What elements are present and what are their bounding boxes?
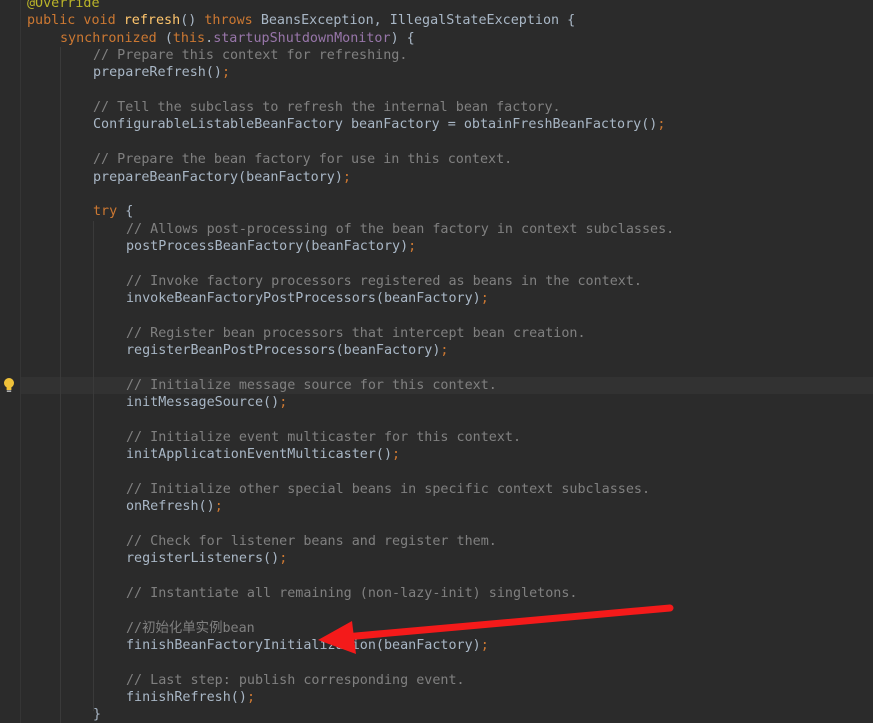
- code-token: finishRefresh(): [126, 690, 247, 705]
- code-line-24[interactable]: initMessageSource();: [126, 394, 287, 411]
- code-token: this: [172, 30, 206, 46]
- code-token: // Prepare the bean factory for use in t…: [93, 152, 513, 168]
- code-token: public void: [27, 13, 124, 29]
- code-token: .: [205, 30, 214, 46]
- code-line-5[interactable]: prepareRefresh();: [93, 64, 230, 81]
- code-token: ) {: [390, 30, 415, 46]
- code-line-26[interactable]: // Initialize event multicaster for this…: [126, 429, 521, 446]
- code-line-17[interactable]: // Invoke factory processors registered …: [126, 273, 642, 290]
- code-line-41[interactable]: finishRefresh();: [126, 689, 255, 706]
- code-token: // Check for listener beans and register…: [126, 533, 497, 549]
- editor-gutter[interactable]: [0, 0, 20, 723]
- code-token: registerBeanPostProcessors(beanFactory): [126, 343, 441, 358]
- code-token: try: [93, 204, 126, 220]
- code-token: ;: [408, 238, 417, 254]
- code-token: ;: [480, 290, 489, 306]
- code-token: refresh: [123, 13, 181, 29]
- code-token: (): [180, 13, 205, 29]
- code-line-10[interactable]: // Prepare the bean factory for use in t…: [93, 151, 512, 168]
- code-token: ;: [222, 65, 231, 81]
- code-line-1[interactable]: @Override: [27, 0, 100, 12]
- code-line-20[interactable]: // Register bean processors that interce…: [126, 325, 586, 342]
- code-token: //初始化单实例bean: [126, 620, 255, 636]
- code-token: ;: [279, 551, 288, 567]
- code-token: ;: [480, 637, 489, 653]
- code-line-30[interactable]: onRefresh();: [126, 498, 223, 515]
- code-token: ;: [392, 447, 401, 463]
- code-token: initMessageSource(): [126, 395, 280, 411]
- code-line-32[interactable]: // Check for listener beans and register…: [126, 533, 497, 550]
- code-token: invokeBeanFactoryPostProcessors(beanFact…: [126, 290, 481, 306]
- code-token: registerListeners(): [126, 551, 280, 567]
- code-token: {: [125, 204, 134, 220]
- code-line-27[interactable]: initApplicationEventMulticaster();: [126, 446, 400, 463]
- code-token: BeansException, IllegalStateException {: [260, 13, 576, 29]
- code-token: prepareRefresh(): [93, 65, 222, 81]
- code-token: // Register bean processors that interce…: [126, 325, 586, 341]
- code-token: onRefresh(): [126, 499, 215, 515]
- code-line-3[interactable]: synchronized (this.startupShutdownMonito…: [60, 30, 415, 47]
- code-token: startupShutdownMonitor: [213, 30, 391, 46]
- code-token: throws: [204, 13, 261, 29]
- code-line-14[interactable]: // Allows post-processing of the bean fa…: [126, 221, 674, 238]
- code-token: // Invoke factory processors registered …: [126, 273, 642, 289]
- code-line-33[interactable]: registerListeners();: [126, 550, 287, 567]
- code-line-42[interactable]: }: [93, 706, 101, 723]
- code-token: ConfigurableListableBeanFactory beanFact…: [93, 117, 658, 133]
- code-token: synchronized: [60, 30, 165, 46]
- code-token: ;: [246, 690, 255, 705]
- code-line-40[interactable]: // Last step: publish corresponding even…: [126, 672, 465, 689]
- code-line-23[interactable]: // Initialize message source for this co…: [126, 377, 497, 394]
- code-token: // Initialize other special beans in spe…: [126, 481, 651, 497]
- code-token: initApplicationEventMulticaster(): [126, 447, 393, 463]
- indent-guide: [60, 47, 61, 723]
- code-token: // Initialize event multicaster for this…: [126, 429, 522, 445]
- code-line-2[interactable]: public void refresh() throws BeansExcept…: [27, 12, 575, 29]
- code-line-8[interactable]: ConfigurableListableBeanFactory beanFact…: [93, 116, 665, 133]
- code-token: ;: [657, 117, 666, 133]
- indent-guide: [93, 221, 94, 711]
- code-token: // Instantiate all remaining (non-lazy-i…: [126, 585, 578, 601]
- code-editor[interactable]: @Override public void refresh() throws Be…: [0, 0, 873, 723]
- code-token: ;: [279, 395, 288, 411]
- code-line-4[interactable]: // Prepare this context for refreshing.: [93, 47, 407, 64]
- code-token: postProcessBeanFactory(beanFactory): [126, 238, 409, 254]
- code-token: ;: [440, 343, 449, 358]
- code-token: finishBeanFactoryInitialization(beanFact…: [126, 637, 481, 653]
- code-token: // Tell the subclass to refresh the inte…: [93, 100, 561, 116]
- code-token: // Allows post-processing of the bean fa…: [126, 221, 675, 237]
- code-token: (: [164, 30, 173, 46]
- code-line-15[interactable]: postProcessBeanFactory(beanFactory);: [126, 238, 416, 255]
- code-line-18[interactable]: invokeBeanFactoryPostProcessors(beanFact…: [126, 290, 489, 307]
- lightbulb-icon[interactable]: [2, 377, 16, 393]
- code-line-7[interactable]: // Tell the subclass to refresh the inte…: [93, 99, 561, 116]
- code-line-35[interactable]: // Instantiate all remaining (non-lazy-i…: [126, 585, 577, 602]
- gutter-divider: [20, 0, 21, 723]
- code-line-38[interactable]: finishBeanFactoryInitialization(beanFact…: [126, 637, 489, 654]
- code-token: prepareBeanFactory(beanFactory): [93, 169, 343, 185]
- code-token: @Override: [27, 0, 100, 11]
- code-line-29[interactable]: // Initialize other special beans in spe…: [126, 481, 650, 498]
- code-token: // Prepare this context for refreshing.: [93, 48, 408, 64]
- code-line-37[interactable]: //初始化单实例bean: [126, 620, 255, 637]
- code-line-11[interactable]: prepareBeanFactory(beanFactory);: [93, 169, 351, 186]
- code-line-13[interactable]: try {: [93, 203, 133, 220]
- code-token: // Last step: publish corresponding even…: [126, 672, 465, 688]
- code-line-21[interactable]: registerBeanPostProcessors(beanFactory);: [126, 342, 448, 359]
- code-token: ;: [214, 499, 223, 515]
- code-token: }: [93, 707, 102, 723]
- code-token: // Initialize message source for this co…: [126, 377, 497, 393]
- code-token: ;: [342, 169, 351, 185]
